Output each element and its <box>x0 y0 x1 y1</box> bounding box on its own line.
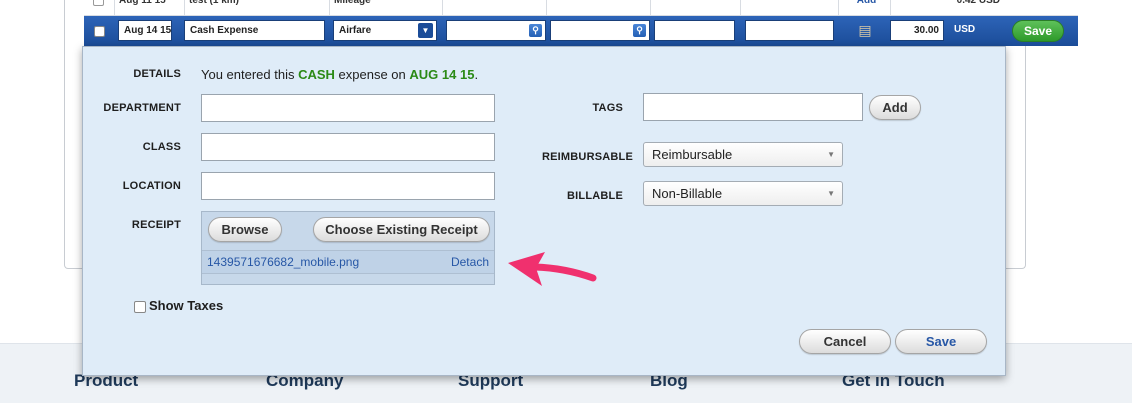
annotation-arrow-icon <box>508 252 597 286</box>
